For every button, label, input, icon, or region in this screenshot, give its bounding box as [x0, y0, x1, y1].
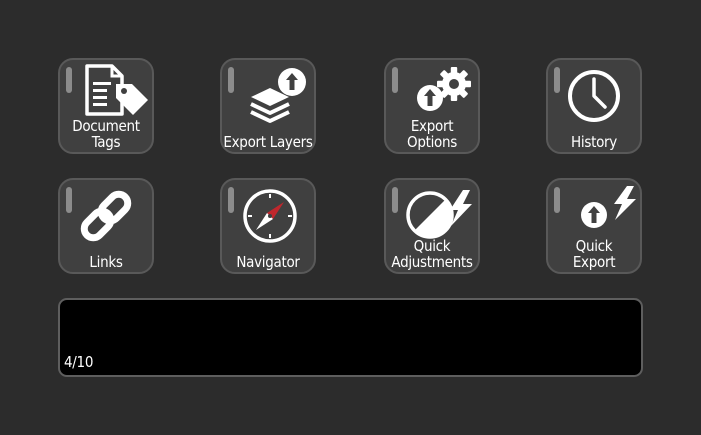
export-options-button[interactable]: Export Options: [384, 58, 480, 154]
links-label: Links: [89, 253, 123, 271]
export-layers-label: Export Layers: [223, 133, 313, 151]
quick-export-button[interactable]: Quick Export: [546, 178, 642, 274]
quick-export-label: Quick Export: [572, 237, 616, 271]
quick-adjustments-button[interactable]: Quick Adjustments: [384, 178, 480, 274]
history-button[interactable]: History: [546, 58, 642, 154]
info-display: 4/10: [58, 298, 643, 377]
navigator-label: Navigator: [236, 253, 300, 271]
deck-panel: Document Tags Export Layers Export Optio…: [0, 0, 701, 435]
history-label: History: [571, 133, 617, 151]
navigator-button[interactable]: Navigator: [220, 178, 316, 274]
links-button[interactable]: Links: [58, 178, 154, 274]
export-options-label: Export Options: [407, 117, 457, 151]
document-tags-label: Document Tags: [72, 117, 140, 151]
document-tags-button[interactable]: Document Tags: [58, 58, 154, 154]
export-layers-button[interactable]: Export Layers: [220, 58, 316, 154]
page-indicator: 4/10: [64, 353, 94, 371]
quick-adjustments-label: Quick Adjustments: [391, 237, 473, 271]
